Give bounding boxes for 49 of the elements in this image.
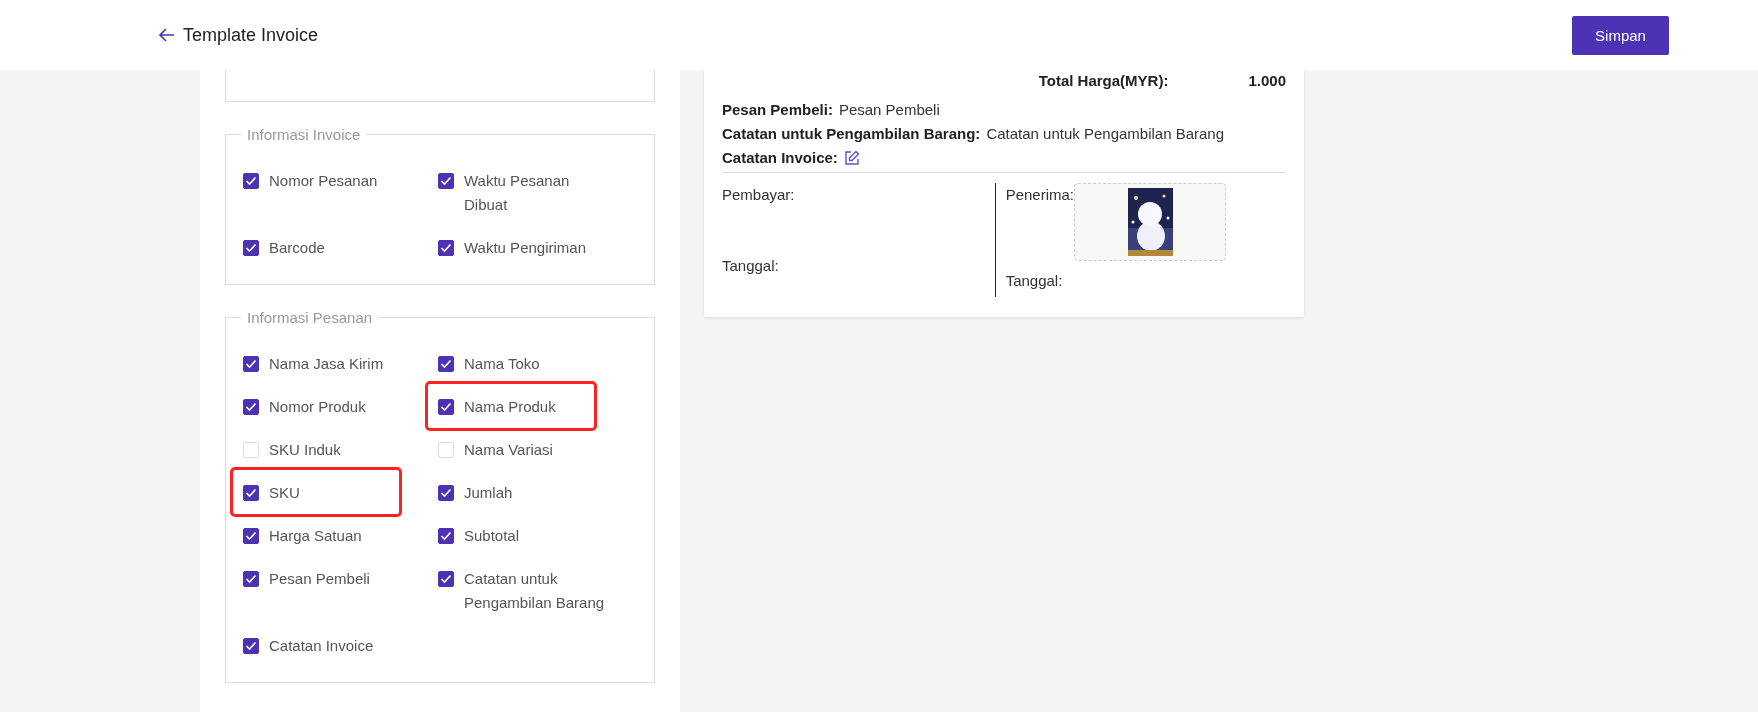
field-value: Pesan Pembeli (838, 101, 940, 118)
save-button[interactable]: Simpan (1572, 15, 1669, 55)
option-label: Catatan Invoice (269, 636, 374, 656)
option-label: Pesan Pembeli (269, 569, 370, 589)
option-label: SKU Induk (269, 440, 341, 460)
field-value: Catatan untuk Pengambilan Barang (986, 125, 1225, 142)
option-label: Barcode (269, 238, 325, 258)
option-label: SKU (269, 483, 300, 503)
option-label: Catatan untuk Pengambilan Barang (464, 569, 606, 613)
group-legend: Informasi Pesanan (241, 309, 379, 326)
edit-icon[interactable] (843, 149, 860, 166)
option-label: Waktu Pesanan Dibuat (464, 171, 571, 215)
option-label: Harga Satuan (269, 526, 362, 546)
payer-label: Pembayar: (722, 185, 796, 205)
option-label: Nama Toko (464, 354, 540, 374)
checkbox[interactable] (438, 485, 454, 501)
checkbox[interactable] (438, 240, 454, 256)
page-title: Template Invoice (183, 24, 319, 46)
date-label: Tanggal: (722, 256, 780, 276)
checkbox[interactable] (243, 399, 259, 415)
date-label: Tanggal: (1005, 271, 1064, 291)
checkbox[interactable] (438, 173, 454, 189)
total-label: Total Harga(MYR): (1038, 72, 1169, 89)
option-label: Subtotal (464, 526, 520, 546)
field-label: Catatan untuk Pengambilan Barang: (722, 125, 981, 142)
checkbox[interactable] (438, 528, 454, 544)
option-label: Nomor Produk (269, 397, 366, 417)
checkbox[interactable] (243, 571, 259, 587)
receiver-label: Penerima: (1005, 185, 1074, 205)
checkbox[interactable] (438, 399, 454, 415)
checkbox[interactable] (438, 571, 454, 587)
option-label: Waktu Pengiriman (464, 238, 586, 258)
checkbox[interactable] (243, 356, 259, 372)
group-legend: Informasi Invoice (241, 126, 367, 143)
checkbox[interactable] (243, 173, 259, 189)
field-label: Pesan Pembeli: (722, 101, 833, 118)
checkbox[interactable] (243, 240, 259, 256)
option-label: Nama Produk (464, 397, 556, 417)
option-label: Nama Variasi (464, 440, 553, 460)
checkbox[interactable] (243, 528, 259, 544)
field-label: Catatan Invoice: (722, 149, 838, 166)
total-value: 1.000 (1248, 72, 1286, 89)
option-label: Nama Jasa Kirim (269, 354, 384, 374)
checkbox[interactable] (243, 485, 259, 501)
back-arrow-icon[interactable] (159, 28, 175, 42)
checkbox[interactable] (438, 356, 454, 372)
checkbox[interactable] (243, 638, 259, 654)
option-label: Jumlah (464, 483, 513, 503)
option-label: Nomor Pesanan (269, 171, 378, 191)
